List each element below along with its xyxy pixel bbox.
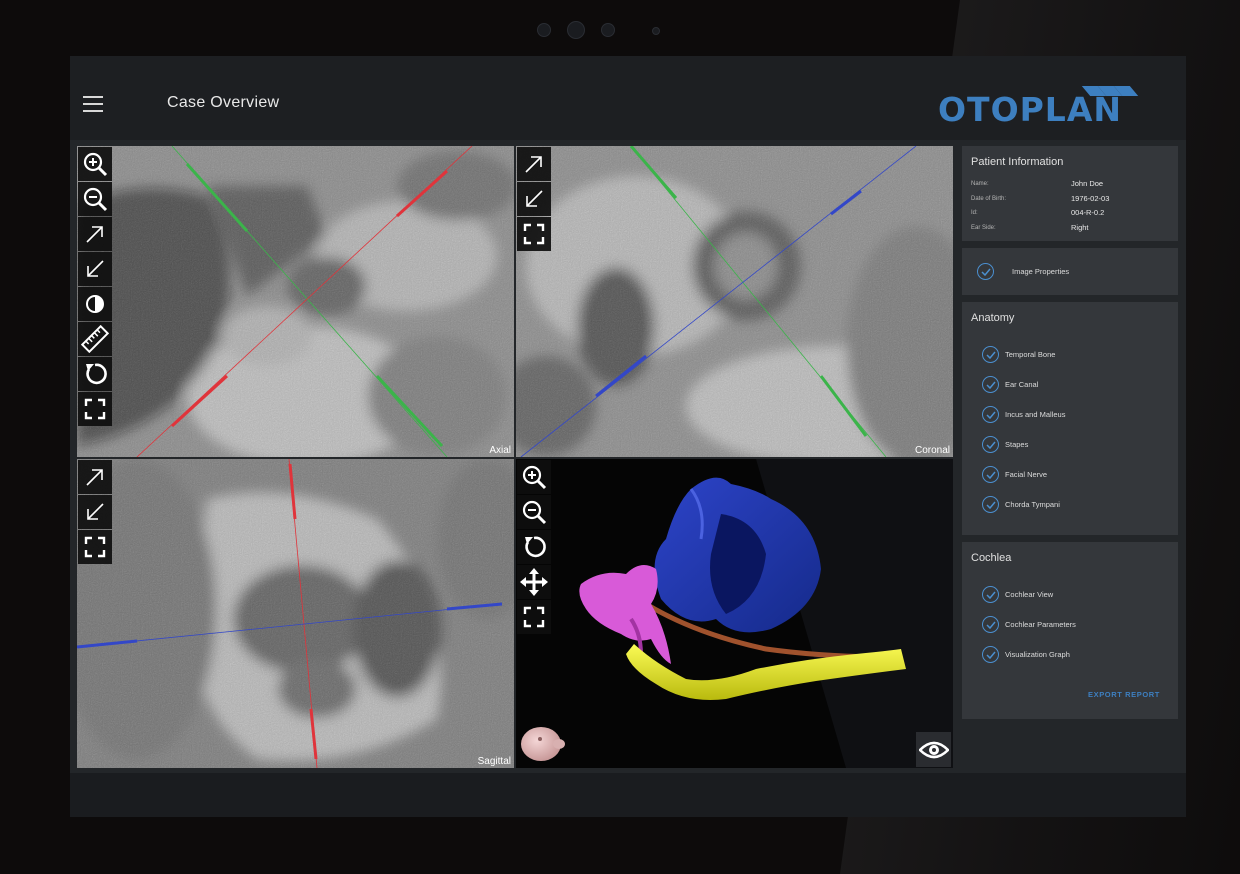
patient-dob-value: 1976-02-03 xyxy=(1071,194,1110,203)
check-icon xyxy=(982,496,999,513)
rotate-icon[interactable] xyxy=(517,530,551,564)
patient-dob-row: Date of Birth: 1976-02-03 xyxy=(971,194,1171,208)
cochlea-item[interactable]: Cochlear Parameters xyxy=(982,616,1162,636)
axial-ct-image xyxy=(77,146,514,457)
check-icon xyxy=(982,616,999,633)
coronal-label: Coronal xyxy=(914,445,950,456)
anatomy-item-label: Facial Nerve xyxy=(1005,470,1048,479)
anatomy-item-label: Incus and Malleus xyxy=(1005,410,1066,419)
check-icon xyxy=(982,346,999,363)
check-icon xyxy=(982,466,999,483)
patient-name-key: Name: xyxy=(971,181,989,187)
check-icon xyxy=(982,646,999,663)
coronal-viewport[interactable]: Coronal xyxy=(516,146,953,457)
top-bar: Case Overview OTOPLAN xyxy=(70,56,1186,140)
rotate-icon[interactable] xyxy=(78,357,112,391)
zoom-out-icon[interactable] xyxy=(517,495,551,529)
cochlea-item-label: Cochlear Parameters xyxy=(1005,620,1076,629)
axial-label: Axial xyxy=(489,445,511,456)
anatomy-item[interactable]: Chorda Tympani xyxy=(982,496,1162,516)
patient-name-row: Name: John Doe xyxy=(971,179,1171,193)
arrow-down-left-icon[interactable] xyxy=(517,182,551,216)
anatomy-panel: Anatomy Temporal Bone Ear Canal Incus an… xyxy=(962,302,1178,535)
arrow-down-left-icon[interactable] xyxy=(78,495,112,529)
fullscreen-icon[interactable] xyxy=(78,392,112,426)
check-icon xyxy=(982,406,999,423)
sagittal-viewport[interactable]: Sagittal xyxy=(77,459,514,768)
arrow-up-right-icon[interactable] xyxy=(78,460,112,494)
patient-id-key: Id: xyxy=(971,210,978,216)
axial-toolbar xyxy=(78,147,112,427)
anatomy-title: Anatomy xyxy=(971,312,1015,324)
export-report-button[interactable]: EXPORT REPORT xyxy=(1088,690,1160,699)
bottom-bar xyxy=(70,773,1186,817)
patient-dob-key: Date of Birth: xyxy=(971,196,1007,202)
otoplan-logo: OTOPLAN xyxy=(938,86,1158,129)
contrast-icon[interactable] xyxy=(78,287,112,321)
patient-ear-side-value: Right xyxy=(1071,223,1089,232)
image-properties-item[interactable]: Image Properties xyxy=(977,263,1157,283)
camera-sensor xyxy=(652,27,660,35)
camera-lens-left xyxy=(537,23,551,37)
anatomy-item[interactable]: Temporal Bone xyxy=(982,346,1162,366)
anatomy-item-label: Temporal Bone xyxy=(1005,350,1056,359)
eye-icon[interactable] xyxy=(916,732,951,767)
image-properties-panel: Image Properties xyxy=(962,248,1178,295)
camera-lens-center xyxy=(567,21,585,39)
model-3d-viewport[interactable] xyxy=(516,459,953,768)
zoom-in-icon[interactable] xyxy=(78,147,112,181)
cochlea-panel: Cochlea Cochlear View Cochlear Parameter… xyxy=(962,542,1178,719)
camera-lens-right xyxy=(601,23,615,37)
anatomy-item-label: Ear Canal xyxy=(1005,380,1039,389)
check-icon xyxy=(982,586,999,603)
3d-anatomy-model xyxy=(516,459,953,768)
zoom-in-icon[interactable] xyxy=(517,460,551,494)
anatomy-item-label: Chorda Tympani xyxy=(1005,500,1060,509)
cochlea-item[interactable]: Cochlear View xyxy=(982,586,1162,606)
anatomy-item[interactable]: Incus and Malleus xyxy=(982,406,1162,426)
patient-info-title: Patient Information xyxy=(971,156,1064,168)
sagittal-ct-image xyxy=(77,459,514,768)
patient-id-value: 004-R-0.2 xyxy=(1071,208,1105,217)
menu-icon[interactable] xyxy=(83,96,103,112)
arrow-up-right-icon[interactable] xyxy=(517,147,551,181)
move-icon[interactable] xyxy=(517,565,551,599)
check-icon xyxy=(982,376,999,393)
patient-info-panel: Patient Information Name: John Doe Date … xyxy=(962,146,1178,241)
cochlea-item-label: Visualization Graph xyxy=(1005,650,1070,659)
cochlea-item[interactable]: Visualization Graph xyxy=(982,646,1162,666)
patient-name-value: John Doe xyxy=(1071,179,1104,188)
app-screen: Case Overview OTOPLAN Axial Coronal Sagi… xyxy=(70,56,1186,817)
fullscreen-icon[interactable] xyxy=(517,217,551,251)
arrow-up-right-icon[interactable] xyxy=(78,217,112,251)
check-icon xyxy=(982,436,999,453)
fullscreen-icon[interactable] xyxy=(78,530,112,564)
coronal-ct-image xyxy=(516,146,953,457)
patient-id-row: Id: 004-R-0.2 xyxy=(971,208,1171,222)
page-title: Case Overview xyxy=(167,94,280,111)
axial-viewport[interactable]: Axial xyxy=(77,146,514,457)
patient-ear-side-key: Ear Side: xyxy=(971,225,996,231)
sagittal-toolbar xyxy=(78,460,112,565)
anatomy-item[interactable]: Facial Nerve xyxy=(982,466,1162,486)
arrow-down-left-icon[interactable] xyxy=(78,252,112,286)
ruler-icon[interactable] xyxy=(78,322,112,356)
zoom-out-icon[interactable] xyxy=(78,182,112,216)
patient-ear-side-row: Ear Side: Right xyxy=(971,223,1171,237)
image-properties-label: Image Properties xyxy=(1012,267,1070,276)
cochlea-title: Cochlea xyxy=(971,552,1012,564)
model-toolbar xyxy=(517,460,551,635)
anatomy-item[interactable]: Stapes xyxy=(982,436,1162,456)
coronal-toolbar xyxy=(517,147,551,252)
fullscreen-icon[interactable] xyxy=(517,600,551,634)
sagittal-label: Sagittal xyxy=(477,756,511,767)
check-icon xyxy=(977,263,994,280)
anatomy-item[interactable]: Ear Canal xyxy=(982,376,1162,396)
anatomy-item-label: Stapes xyxy=(1005,440,1029,449)
cochlea-item-label: Cochlear View xyxy=(1005,590,1054,599)
